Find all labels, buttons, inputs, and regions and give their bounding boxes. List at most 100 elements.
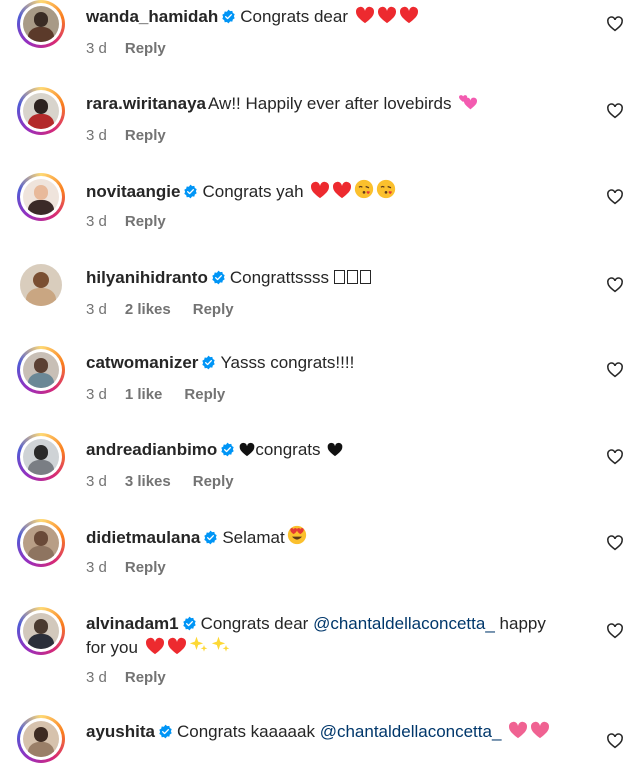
verified-badge-icon xyxy=(212,270,225,285)
comment-body: Congrats dear xyxy=(200,614,309,633)
timestamp: 3 d xyxy=(86,559,107,576)
red-heart-icon xyxy=(333,181,352,199)
avatar[interactable] xyxy=(17,433,65,481)
timestamp: 3 d xyxy=(86,301,107,318)
like-heart-icon[interactable] xyxy=(606,732,624,750)
timestamp: 3 d xyxy=(86,669,107,686)
verified-badge-icon xyxy=(159,724,172,739)
avatar[interactable] xyxy=(17,715,65,763)
like-heart-icon[interactable] xyxy=(606,361,624,379)
username[interactable]: andreadianbimo xyxy=(86,440,217,459)
like-heart-icon[interactable] xyxy=(606,188,624,206)
verified-badge-icon xyxy=(184,184,198,199)
comment-body: Congrats yah xyxy=(202,182,304,201)
avatar[interactable] xyxy=(17,87,65,135)
likes-count[interactable]: 2 likes xyxy=(125,301,171,318)
comment-body: Congrats dear xyxy=(240,7,348,26)
comment-text: andreadianbimo congrats xyxy=(86,439,580,461)
missing-glyph-icon xyxy=(359,270,371,284)
comment-meta: 3 d Reply xyxy=(86,213,188,230)
black-heart-icon xyxy=(239,442,255,457)
black-heart-icon xyxy=(327,442,343,457)
red-heart-icon xyxy=(167,637,186,655)
mention-link[interactable]: @chantaldellaconcetta_ xyxy=(320,722,502,741)
comment-list: wanda_hamidah Congrats dear 3 d Reply rara… xyxy=(0,0,630,763)
username[interactable]: novitaangie xyxy=(86,182,180,201)
reply-button[interactable]: Reply xyxy=(125,559,166,576)
comment-body: Selamat xyxy=(222,528,285,547)
red-heart-icon xyxy=(311,181,330,199)
like-heart-icon[interactable] xyxy=(606,534,624,552)
comment-text: wanda_hamidah Congrats dear xyxy=(86,6,580,28)
like-heart-icon[interactable] xyxy=(606,622,624,640)
pink-heart-icon xyxy=(531,721,550,739)
comment-meta: 3 d 1 like Reply xyxy=(86,386,247,403)
verified-badge-icon xyxy=(182,616,196,631)
verified-badge-icon xyxy=(204,530,217,545)
comment-meta: 3 d 3 likes Reply xyxy=(86,473,256,490)
like-heart-icon[interactable] xyxy=(606,448,624,466)
timestamp: 3 d xyxy=(86,213,107,230)
verified-badge-icon xyxy=(222,9,235,24)
like-heart-icon[interactable] xyxy=(606,15,624,33)
missing-glyph-icon xyxy=(333,270,345,284)
comment-body: Congrats kaaaaak xyxy=(176,722,315,741)
red-heart-icon xyxy=(399,6,418,24)
avatar[interactable] xyxy=(20,264,62,306)
sparkles-icon xyxy=(189,636,208,652)
missing-glyph-icon xyxy=(346,270,358,284)
like-heart-icon[interactable] xyxy=(606,102,624,120)
comment-text: catwomanizer Yasss congrats!!!! xyxy=(86,352,580,374)
reply-button[interactable]: Reply xyxy=(184,386,225,403)
username[interactable]: didietmaulana xyxy=(86,528,200,547)
verified-badge-icon xyxy=(221,442,234,457)
sparkles-icon xyxy=(211,636,230,652)
likes-count[interactable]: 1 like xyxy=(125,386,163,403)
comment-text: rara.wiritanaya Aw!! Happily ever after l… xyxy=(86,93,580,115)
comment-body: Yasss congrats!!!! xyxy=(220,353,355,372)
like-heart-icon[interactable] xyxy=(606,276,624,294)
two-hearts-icon xyxy=(459,95,478,110)
username[interactable]: wanda_hamidah xyxy=(86,7,218,26)
comment-body: congrats xyxy=(255,440,321,459)
username[interactable]: alvinadam1 xyxy=(86,614,179,633)
reply-button[interactable]: Reply xyxy=(125,127,166,144)
username[interactable]: hilyanihidranto xyxy=(86,268,208,287)
comment-text: hilyanihidranto Congrattssss xyxy=(86,267,580,289)
red-heart-icon xyxy=(145,637,164,655)
avatar[interactable] xyxy=(17,346,65,394)
reply-button[interactable]: Reply xyxy=(125,40,166,57)
reply-button[interactable]: Reply xyxy=(125,213,166,230)
timestamp: 3 d xyxy=(86,127,107,144)
comment-body-continued: happy xyxy=(499,614,546,633)
timestamp: 3 d xyxy=(86,473,107,490)
avatar[interactable] xyxy=(17,173,65,221)
username[interactable]: catwomanizer xyxy=(86,353,198,372)
comment-meta: 3 d Reply xyxy=(86,40,188,57)
likes-count[interactable]: 3 likes xyxy=(125,473,171,490)
kiss-face-icon xyxy=(377,179,396,199)
verified-badge-icon xyxy=(202,355,216,370)
comment-text: alvinadam1 Congrats dear @chantaldellacon… xyxy=(86,613,580,659)
mention-link[interactable]: @chantaldellaconcetta_ xyxy=(313,614,495,633)
avatar[interactable] xyxy=(17,607,65,655)
comment-meta: 3 d 2 likes Reply xyxy=(86,301,256,318)
comment-body: Congrattssss xyxy=(229,268,330,287)
red-heart-icon xyxy=(355,6,374,24)
kiss-face-icon xyxy=(355,179,374,199)
comment-meta: 3 d Reply xyxy=(86,669,188,686)
avatar[interactable] xyxy=(17,519,65,567)
avatar[interactable] xyxy=(17,0,65,48)
username[interactable]: ayushita xyxy=(86,722,155,741)
comment-body: Aw!! Happily ever after lovebirds xyxy=(208,94,452,113)
timestamp: 3 d xyxy=(86,40,107,57)
username[interactable]: rara.wiritanaya xyxy=(86,94,206,113)
comment-meta: 3 d Reply xyxy=(86,559,188,576)
comment-text: ayushita Congrats kaaaaak @chantaldellaco… xyxy=(86,721,580,743)
reply-button[interactable]: Reply xyxy=(193,473,234,490)
reply-button[interactable]: Reply xyxy=(193,301,234,318)
reply-button[interactable]: Reply xyxy=(125,669,166,686)
timestamp: 3 d xyxy=(86,386,107,403)
red-heart-icon xyxy=(377,6,396,24)
pink-heart-icon xyxy=(509,721,528,739)
